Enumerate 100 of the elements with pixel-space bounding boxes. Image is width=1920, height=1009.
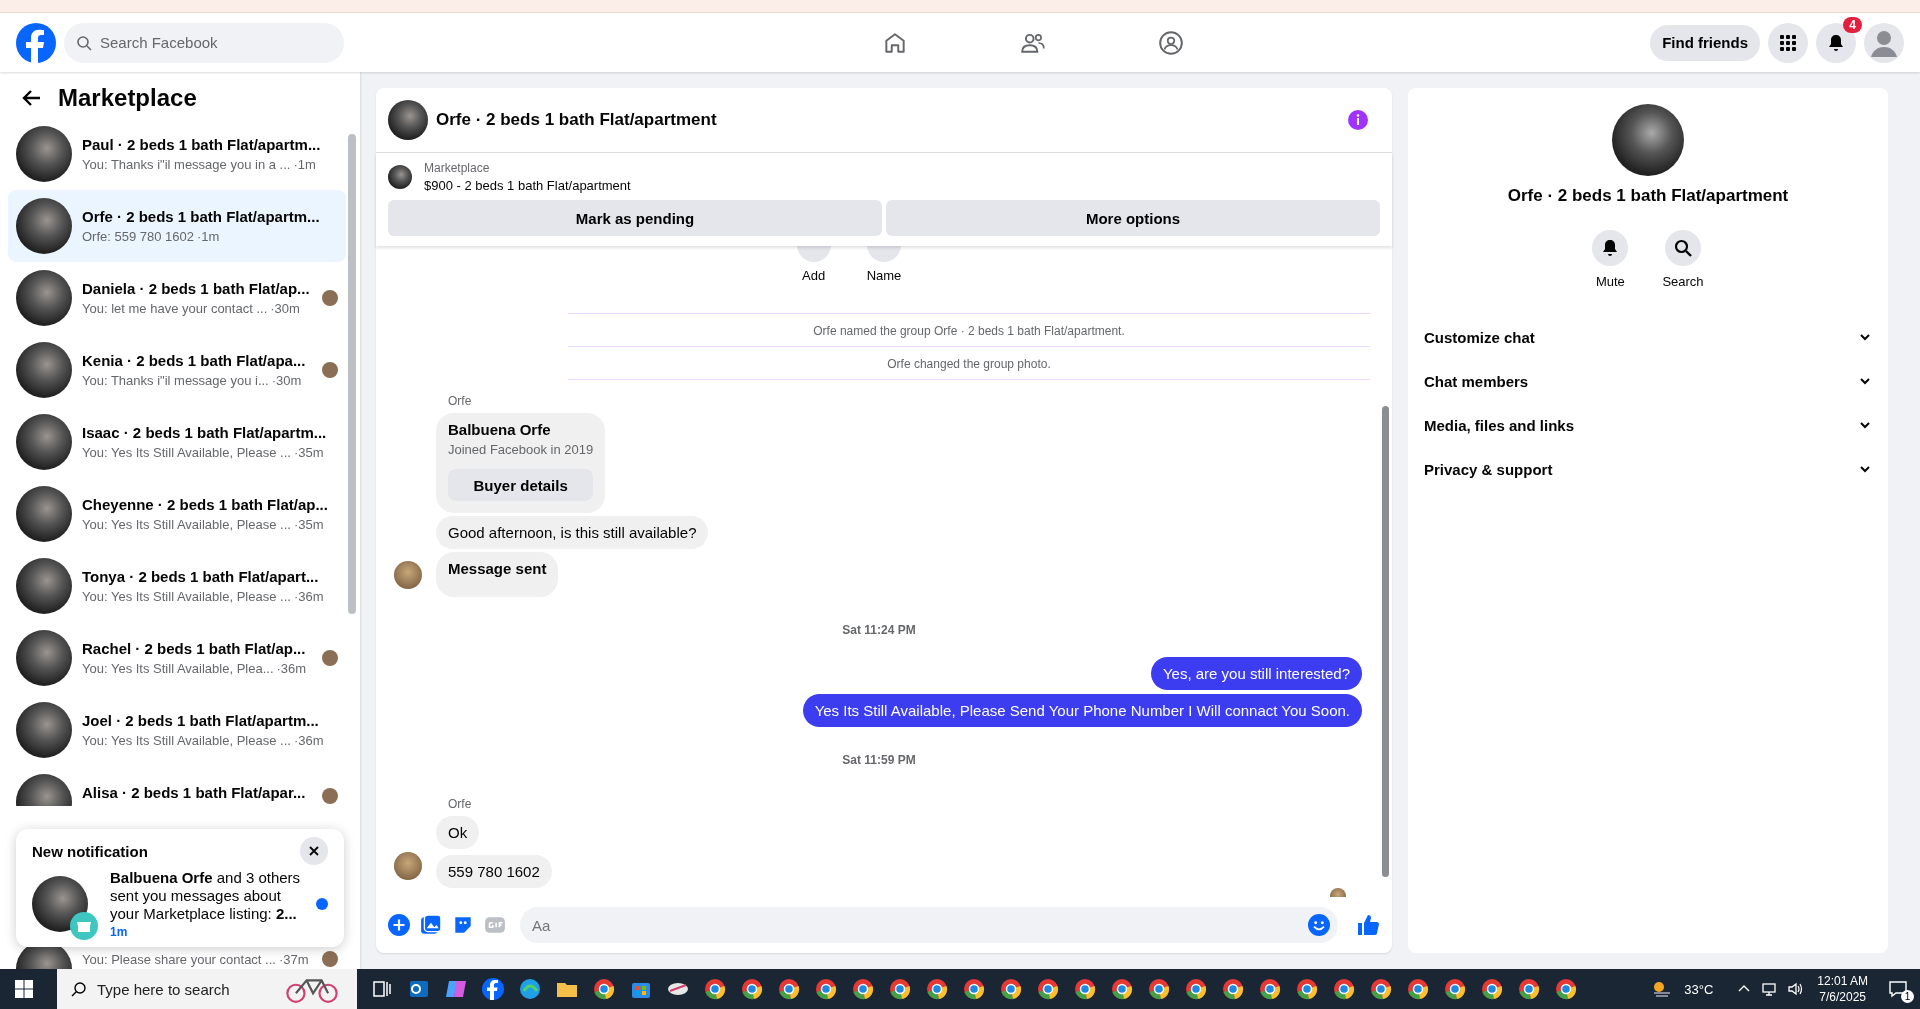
buyer-details-button[interactable]: Buyer details — [448, 469, 594, 501]
incoming-message: 559 780 1602 — [436, 855, 552, 888]
network-icon[interactable] — [1761, 981, 1778, 997]
chrome-icon[interactable] — [999, 977, 1023, 1001]
chrome-icon[interactable] — [814, 977, 838, 1001]
conversation-item[interactable]: Tonya · 2 beds 1 bath Flat/apart... You: Yes Its Still Available, Please ... ·36m — [8, 550, 346, 622]
profile-name: Balbuena Orfe — [448, 421, 552, 438]
chrome-icon[interactable] — [925, 977, 949, 1001]
chrome-icon[interactable] — [1480, 977, 1504, 1001]
action-center-button[interactable]: 1 — [1878, 969, 1920, 1009]
plus-icon[interactable] — [388, 914, 410, 936]
system-message: Orfe changed the group photo. — [887, 357, 1051, 371]
chrome-icon[interactable] — [1036, 977, 1060, 1001]
chrome-icon[interactable] — [740, 977, 764, 1001]
notification-text: Balbuena Orfe and 3 others sent you messages about your Marketplace listing: 2... — [110, 869, 302, 923]
section-header[interactable]: Customize chat — [1416, 315, 1880, 359]
chat-title: Orfe · 2 beds 1 bath Flat/apartment — [1507, 186, 1789, 206]
section-header[interactable]: Privacy & support — [1416, 447, 1880, 491]
conversation-item[interactable]: Paul · 2 beds 1 bath Flat/apartm... You: Thanks i"il message you in a ... ·1m — [8, 118, 346, 190]
incoming-message: Message sent — [436, 552, 559, 597]
conversation-title: Isaac · 2 beds 1 bath Flat/apartm... — [82, 424, 328, 441]
quick-action-button[interactable]: Add — [796, 246, 831, 283]
quick-action-button[interactable]: Name — [866, 246, 902, 283]
taskbar-search-field[interactable]: Type here to search — [57, 969, 357, 1009]
profile-avatar[interactable] — [1864, 22, 1904, 63]
chrome-icon[interactable] — [1332, 977, 1356, 1001]
conversation-item[interactable]: Daniela · 2 beds 1 bath Flat/ap... You: let me have your contact ... ·30m — [8, 262, 346, 334]
search-button[interactable] — [1665, 230, 1701, 266]
chrome-icon[interactable] — [1221, 977, 1245, 1001]
section-header[interactable]: Media, files and links — [1416, 403, 1880, 447]
conversation-item[interactable]: Rachel · 2 beds 1 bath Flat/ap... You: Yes Its Still Available, Plea... ·36m — [8, 622, 346, 694]
section-header[interactable]: Chat members — [1416, 359, 1880, 403]
chrome-icon[interactable] — [851, 977, 875, 1001]
chrome-icon[interactable] — [888, 977, 912, 1001]
clock-time: 12:01 AM — [1817, 974, 1868, 988]
notifications-button[interactable] — [1816, 22, 1856, 63]
action-label: Mute — [1595, 274, 1625, 289]
conversation-item[interactable]: Cheyenne · 2 beds 1 bath Flat/ap... You: Yes Its Still Available, Please ... ·35m — [8, 478, 346, 550]
conversation-title: Cheyenne · 2 beds 1 bath Flat/ap... — [82, 496, 329, 513]
search-field[interactable]: Search Facebook — [64, 22, 344, 63]
chrome-icon[interactable] — [1406, 977, 1430, 1001]
chrome-icon[interactable] — [703, 977, 727, 1001]
chrome-icon[interactable] — [1147, 977, 1171, 1001]
chrome-icon[interactable] — [962, 977, 986, 1001]
message-preview: You: Yes Its Still Available, Please ... ·35m — [82, 517, 325, 532]
action-button[interactable]: More options — [886, 200, 1380, 236]
chrome-icon[interactable] — [1110, 977, 1134, 1001]
chat-title: Orfe · 2 beds 1 bath Flat/apartment — [436, 110, 718, 130]
facebook-icon[interactable] — [481, 977, 505, 1001]
find-friends-button[interactable]: Find friends — [1650, 24, 1760, 61]
groups-icon[interactable] — [1158, 29, 1185, 56]
start-icon[interactable] — [14, 979, 34, 999]
grid-icon — [1778, 32, 1798, 53]
chrome-icon[interactable] — [1369, 977, 1393, 1001]
bell-icon — [1826, 32, 1846, 53]
notification-title: New notification — [32, 842, 148, 860]
chrome-icon[interactable] — [1258, 977, 1282, 1001]
scrollbar-thumb[interactable] — [348, 134, 356, 614]
timestamp: Sat 11:24 PM — [842, 623, 916, 637]
chrome-icon[interactable] — [777, 977, 801, 1001]
search-icon — [71, 981, 87, 997]
conversation-title: Joel · 2 beds 1 bath Flat/apartm... — [82, 712, 320, 729]
incoming-message: Ok — [436, 816, 480, 849]
conversation-item[interactable]: Isaac · 2 beds 1 bath Flat/apartm... You: Yes Its Still Available, Please ... ·35m — [8, 406, 346, 478]
message-preview: You: Yes Its Still Available, Plea... ·36m — [82, 661, 308, 676]
system-message: Orfe named the group Orfe · 2 beds 1 bath Flat/apartment. — [813, 324, 1125, 338]
chrome-icon[interactable] — [1443, 977, 1467, 1001]
scrollbar-thumb[interactable] — [1382, 406, 1389, 877]
profile-subtitle: Joined Facebook in 2019 — [448, 442, 594, 457]
photo-placeholder — [388, 100, 428, 140]
listing-label: Marketplace — [424, 161, 491, 175]
close-button[interactable] — [300, 837, 328, 865]
conversation-item[interactable]: Orfe · 2 beds 1 bath Flat/apartm... Orfe: 559 780 1602 ·1m — [8, 190, 346, 262]
browser-icon[interactable] — [518, 977, 542, 1001]
mute-button[interactable] — [1592, 230, 1629, 266]
thumbs-up-icon[interactable] — [1356, 913, 1380, 937]
notification-time: 1m — [110, 925, 129, 939]
sticker-icon[interactable] — [452, 914, 474, 936]
menu-button[interactable] — [1768, 22, 1808, 63]
image-icon[interactable] — [420, 914, 442, 936]
info-icon[interactable] — [1348, 110, 1368, 130]
emoji-icon[interactable] — [1308, 914, 1330, 936]
photo-placeholder — [16, 126, 72, 182]
conversation-item[interactable]: Kenia · 2 beds 1 bath Flat/apa... You: Thanks i"il message you i... ·30m — [8, 334, 346, 406]
sender-name: Orfe — [448, 797, 472, 811]
chrome-icon[interactable] — [1554, 977, 1578, 1001]
action-button[interactable]: Mark as pending — [388, 200, 882, 236]
chrome-icon[interactable] — [1073, 977, 1097, 1001]
speaker-icon[interactable] — [1787, 981, 1804, 997]
message-preview: You: Yes Its Still Available, Please ... ·36m — [82, 589, 325, 604]
conversation-item[interactable]: Joel · 2 beds 1 bath Flat/apartm... You: Yes Its Still Available, Please ... ·36m — [8, 694, 346, 766]
logo-icon[interactable] — [16, 22, 56, 63]
message-input[interactable]: Aa — [520, 907, 1338, 943]
chrome-icon[interactable] — [1517, 977, 1541, 1001]
close-icon — [308, 845, 320, 857]
chrome-icon[interactable] — [1184, 977, 1208, 1001]
conversation-title: Orfe · 2 beds 1 bath Flat/apartm... — [82, 208, 321, 225]
conversation-title: Daniela · 2 beds 1 bath Flat/ap... — [82, 280, 311, 297]
chrome-icon[interactable] — [1295, 977, 1319, 1001]
chrome-icon[interactable] — [592, 977, 616, 1001]
